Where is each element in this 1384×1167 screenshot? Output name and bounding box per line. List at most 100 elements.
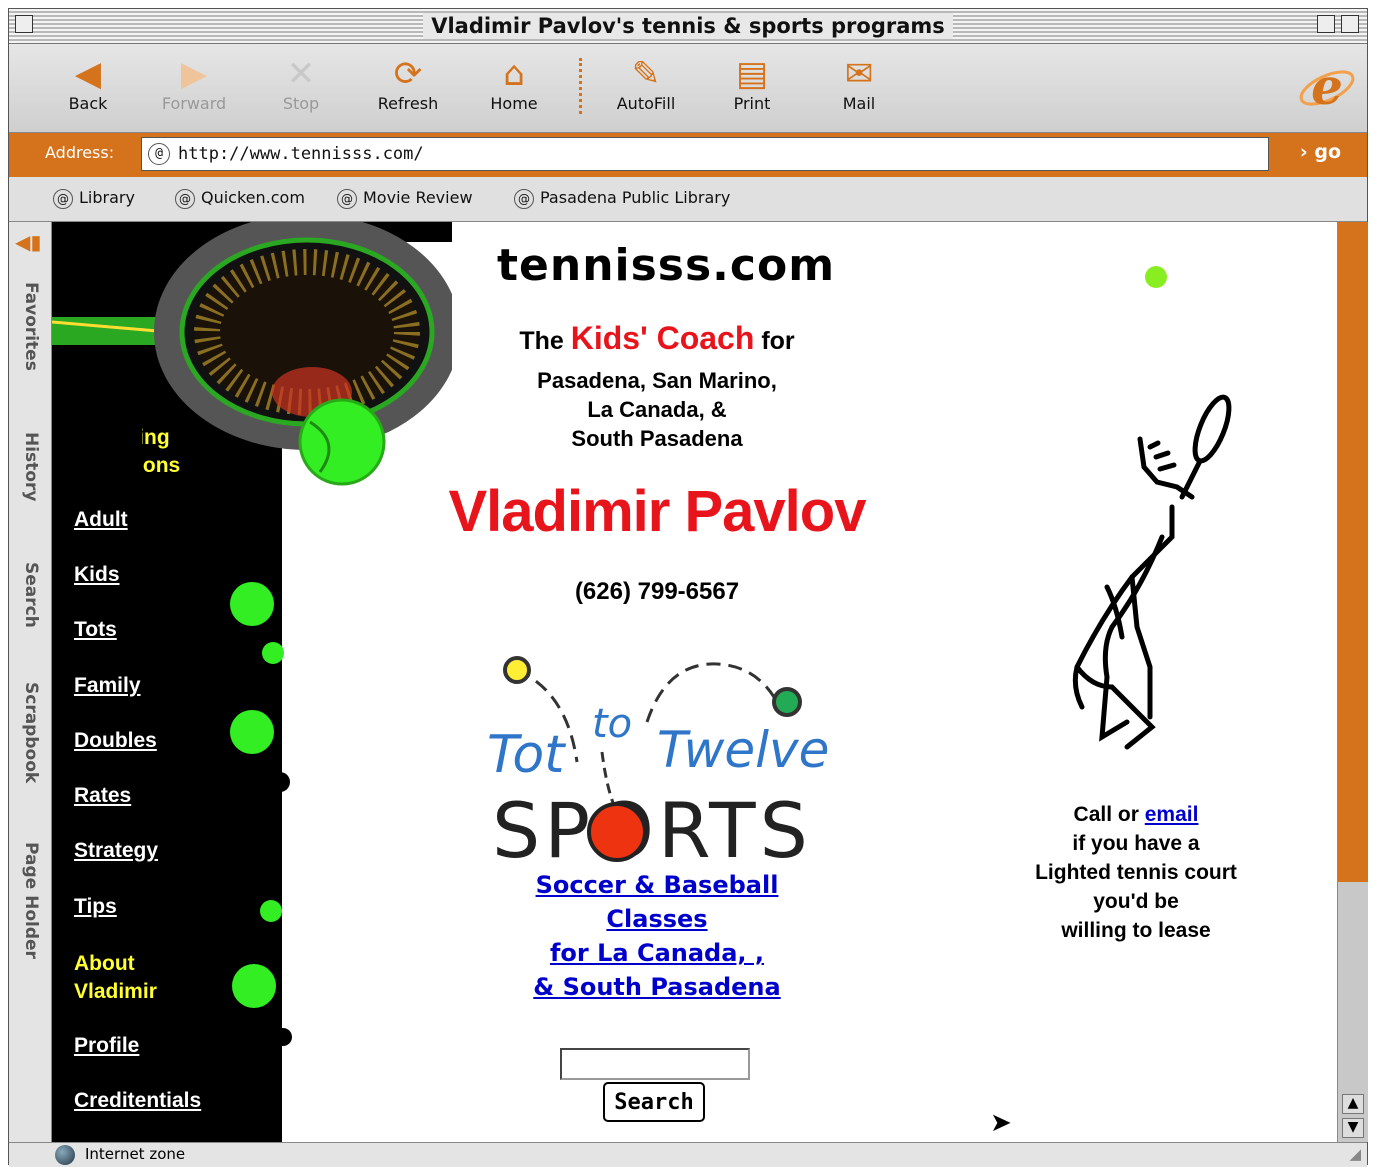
lease-line: if you have a (1072, 832, 1200, 855)
tot-to-twelve-sports-logo: Tot to Twelve SPORTS (477, 642, 837, 875)
black-dot (248, 678, 280, 710)
tab-scrapbook[interactable]: Scrapbook (21, 682, 41, 783)
forward-arrow-icon: ▶ (180, 54, 208, 94)
nav-tips[interactable]: Tips (74, 895, 117, 919)
explorer-side-tabs: ◀▮ Favorites History Search Scrapbook Pa… (9, 222, 52, 1142)
nav-family[interactable]: Family (74, 674, 141, 698)
green-ball-dot (232, 964, 276, 1008)
tab-page-holder[interactable]: Page Holder (21, 842, 41, 959)
email-link[interactable]: email (1145, 803, 1199, 826)
home-icon: ⌂ (503, 54, 525, 94)
tab-search[interactable]: Search (21, 562, 41, 628)
service-area-line: Pasadena, San Marino, (537, 368, 777, 393)
favorite-pasadena-library[interactable]: @ Pasadena Public Library (514, 188, 730, 209)
green-ball-dot (1145, 266, 1167, 288)
lease-line: willing to lease (1061, 919, 1211, 942)
about-heading-line: Vladimir (74, 980, 157, 1003)
search-input[interactable] (560, 1048, 750, 1080)
back-label: Back (68, 94, 108, 113)
black-dot (248, 538, 280, 570)
globe-icon (55, 1145, 75, 1165)
forward-button[interactable]: ▶ Forward (149, 54, 239, 113)
tab-history[interactable]: History (21, 432, 41, 501)
vertical-scrollbar[interactable]: ▲ ▼ (1337, 222, 1368, 1142)
link-soccer-baseball[interactable]: Soccer & Baseball (536, 871, 779, 899)
svg-text:e: e (1311, 58, 1343, 116)
about-heading-line: About (74, 952, 135, 975)
stop-x-icon: ✕ (286, 54, 316, 94)
collapse-box-icon[interactable] (1341, 15, 1359, 33)
autofill-label: AutoFill (616, 94, 676, 113)
scrollbar-thumb[interactable] (1338, 222, 1368, 882)
collapse-sidebar-icon[interactable]: ◀▮ (15, 230, 41, 254)
green-ball-dot (262, 642, 284, 664)
link-for-la-canada[interactable]: for La Canada, , (550, 939, 764, 967)
lease-line: Lighted tennis court (1035, 861, 1237, 884)
scroll-up-arrow-icon[interactable]: ▲ (1342, 1094, 1364, 1114)
logo-to: to (592, 701, 632, 747)
autofill-button[interactable]: ✎ AutoFill (601, 54, 691, 113)
favorite-label: Library (79, 188, 135, 207)
mail-button[interactable]: ✉ Mail (814, 54, 904, 113)
title-bar[interactable]: Vladimir Pavlov's tennis & sports progra… (9, 9, 1367, 44)
status-zone: Internet zone (85, 1145, 186, 1163)
nav-kids[interactable]: Kids (74, 563, 120, 587)
nav-profile[interactable]: Profile (74, 1034, 139, 1058)
home-button[interactable]: ⌂ Home (469, 54, 559, 113)
tab-favorites[interactable]: Favorites (21, 282, 41, 371)
green-ball-dot (260, 900, 282, 922)
address-url: http://www.tennisss.com/ (178, 144, 424, 164)
favorite-movie-review[interactable]: @ Movie Review (337, 188, 473, 209)
address-field[interactable]: @ http://www.tennisss.com/ (141, 137, 1269, 171)
refresh-button[interactable]: ⟳ Refresh (363, 54, 453, 113)
print-button[interactable]: ▤ Print (707, 54, 797, 113)
favorite-label: Pasadena Public Library (540, 188, 731, 207)
link-south-pasadena[interactable]: & South Pasadena (533, 973, 780, 1001)
forward-label: Forward (161, 94, 227, 113)
nav-strategy[interactable]: Strategy (74, 839, 158, 863)
address-label: Address: (45, 143, 115, 162)
refresh-icon: ⟳ (393, 54, 423, 94)
link-classes[interactable]: Classes (606, 905, 707, 933)
green-ball-dot (230, 582, 274, 626)
stop-button[interactable]: ✕ Stop (256, 54, 346, 113)
lease-line: you'd be (1093, 890, 1179, 913)
lease-court-message: Call or email if you have a Lighted tenn… (1002, 800, 1270, 945)
back-arrow-icon: ◀ (74, 54, 102, 94)
black-dot (252, 1062, 282, 1092)
black-dot (238, 842, 274, 878)
black-dot (240, 1098, 274, 1132)
nav-creditentials[interactable]: Creditentials (74, 1089, 201, 1113)
go-label: go (1314, 141, 1341, 163)
service-area-line: South Pasadena (571, 426, 743, 451)
favorite-library[interactable]: @ Library (53, 188, 135, 209)
nav-adult[interactable]: Adult (74, 508, 128, 532)
resize-grip-icon[interactable]: ◢ (1349, 1145, 1361, 1163)
nav-rates[interactable]: Rates (74, 784, 131, 808)
tennis-racquet-graphic (52, 222, 460, 492)
scroll-down-arrow-icon[interactable]: ▼ (1342, 1118, 1364, 1138)
nav-doubles[interactable]: Doubles (74, 729, 157, 753)
mail-envelope-icon: ✉ (844, 54, 874, 94)
logo-tot: Tot (487, 725, 566, 785)
favorite-label: Movie Review (363, 188, 473, 207)
favorite-at-icon: @ (53, 189, 73, 209)
back-button[interactable]: ◀ Back (43, 54, 133, 113)
page-at-icon: @ (148, 143, 170, 165)
go-button[interactable]: › go (1300, 141, 1341, 163)
service-areas: Pasadena, San Marino, La Canada, & South… (452, 366, 862, 453)
toolbar-divider (579, 58, 582, 114)
search-button[interactable]: Search (603, 1082, 705, 1122)
nav-tots[interactable]: Tots (74, 618, 117, 642)
black-dot (258, 504, 282, 528)
black-dot (274, 1028, 292, 1046)
black-dot (250, 934, 280, 964)
tennis-player-drawing (1032, 387, 1242, 757)
window-title: Vladimir Pavlov's tennis & sports progra… (423, 13, 953, 39)
zoom-box-icon[interactable] (1317, 15, 1335, 33)
favorite-quicken[interactable]: @ Quicken.com (175, 188, 305, 209)
address-bar: Address: @ http://www.tennisss.com/ › go (9, 133, 1367, 177)
favorite-label: Quicken.com (201, 188, 305, 207)
service-area-line: La Canada, & (587, 397, 727, 422)
internet-explorer-logo-icon: e (1297, 57, 1357, 118)
